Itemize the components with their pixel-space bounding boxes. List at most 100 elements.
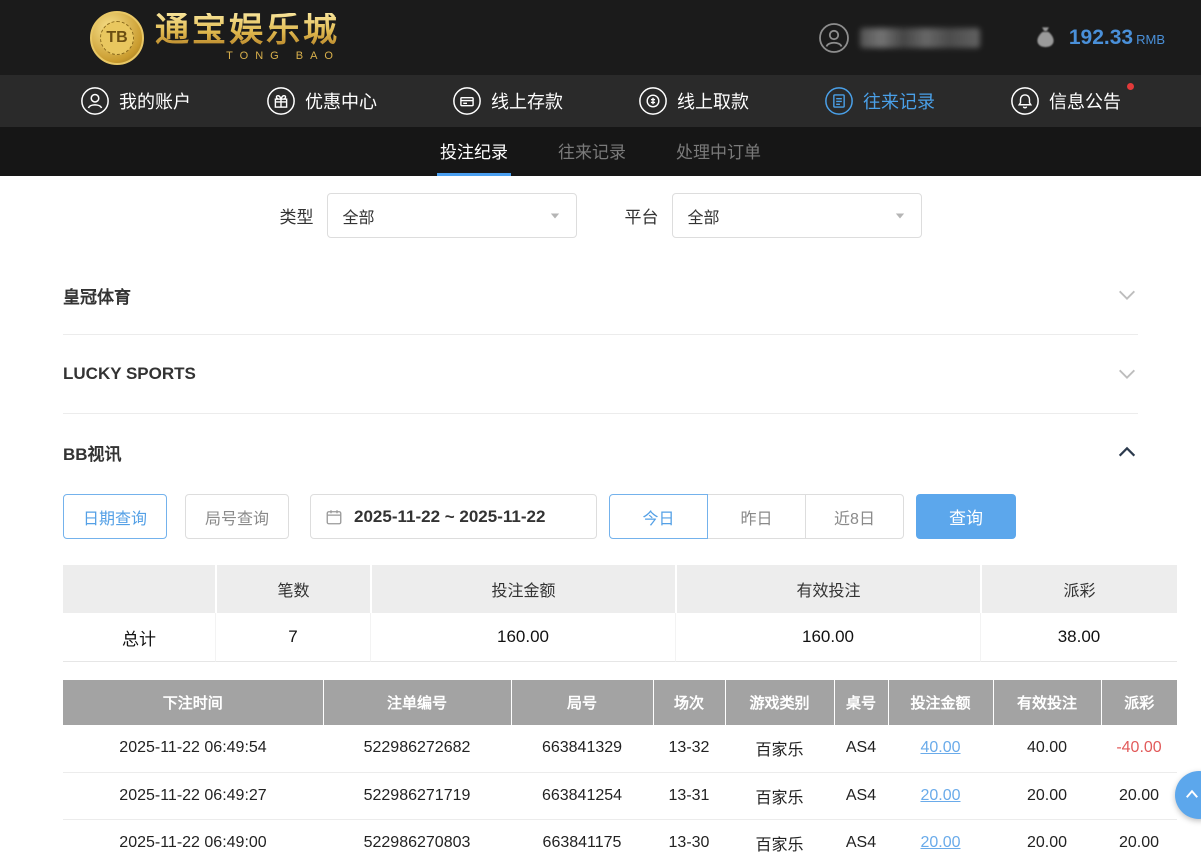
cell-table-no: AS4: [834, 772, 888, 819]
nav-item-my-account[interactable]: 我的账户: [80, 86, 191, 116]
button-label: 近8日: [834, 505, 875, 529]
summary-header-payout: 派彩: [980, 565, 1177, 613]
today-button[interactable]: 今日: [609, 494, 708, 539]
button-label: 今日: [642, 505, 674, 529]
yesterday-button[interactable]: 昨日: [707, 494, 806, 539]
deposit-icon: [452, 86, 482, 116]
header-payout: 派彩: [1101, 680, 1177, 725]
brand-name-en: TONG BAO: [155, 50, 340, 62]
button-label: 局号查询: [205, 505, 269, 529]
date-range-picker[interactable]: 2025-11-22 ~ 2025-11-22: [310, 494, 597, 539]
platform-filter-group: 平台 全部: [625, 193, 922, 238]
summary-bet-amount-value: 160.00: [370, 613, 675, 662]
top-header: TB 通宝娱乐城 TONG BAO 192.33RMB: [0, 0, 1201, 75]
cell-game-type: 百家乐: [725, 819, 834, 858]
sub-tab-bar: 投注纪录 往来记录 处理中订单: [0, 127, 1201, 176]
table-header-row: 下注时间 注单编号 局号 场次 游戏类别 桌号 投注金额 有效投注 派彩: [63, 680, 1177, 725]
bet-amount-link[interactable]: 20.00: [920, 787, 960, 804]
cell-session: 13-32: [653, 725, 725, 772]
nav-item-withdraw[interactable]: 线上取款: [638, 86, 749, 116]
nav-item-label: 线上取款: [677, 88, 749, 114]
chevron-up-icon: [1183, 786, 1201, 804]
tab-label: 往来记录: [558, 138, 626, 163]
avatar-icon[interactable]: [818, 22, 850, 54]
gift-icon: [266, 86, 296, 116]
nav-item-label: 信息公告: [1049, 88, 1121, 114]
nav-item-announcements[interactable]: 信息公告: [1010, 86, 1121, 116]
header-game-type: 游戏类别: [725, 680, 834, 725]
summary-header-count: 笔数: [215, 565, 370, 613]
cell-valid-bet: 40.00: [993, 725, 1101, 772]
chevron-down-icon: [1116, 363, 1138, 385]
cell-order-no: 522986271719: [323, 772, 511, 819]
records-icon: [824, 86, 854, 116]
coin-text: TB: [100, 21, 134, 55]
query-bar: 日期查询 局号查询 2025-11-22 ~ 2025-11-22 今日 昨日 …: [63, 494, 1138, 539]
platform-filter-dropdown[interactable]: 全部: [672, 193, 922, 238]
section-title: LUCKY SPORTS: [63, 364, 196, 384]
header-table-no: 桌号: [834, 680, 888, 725]
nav-item-promotions[interactable]: 优惠中心: [266, 86, 377, 116]
cell-game-type: 百家乐: [725, 772, 834, 819]
type-filter-dropdown[interactable]: 全部: [327, 193, 577, 238]
search-button[interactable]: 查询: [916, 494, 1016, 539]
nav-item-label: 往来记录: [863, 88, 935, 114]
tab-label: 投注纪录: [440, 138, 508, 163]
section-bb-video[interactable]: BB视讯: [63, 414, 1138, 490]
cell-payout: 20.00: [1101, 819, 1177, 858]
section-title: BB视讯: [63, 440, 122, 465]
summary-count-value: 7: [215, 613, 370, 662]
section-title: 皇冠体育: [63, 283, 131, 308]
brand-text: 通宝娱乐城 TONG BAO: [155, 13, 340, 62]
brand-logo[interactable]: TB 通宝娱乐城 TONG BAO: [90, 11, 340, 65]
button-label: 昨日: [740, 505, 772, 529]
nav-item-transaction-records[interactable]: 往来记录: [824, 86, 935, 116]
calendar-icon: [325, 508, 343, 526]
cell-payout: -40.00: [1101, 725, 1177, 772]
chevron-up-icon: [1116, 441, 1138, 463]
quick-date-group: 今日 昨日 近8日: [609, 494, 904, 539]
section-lucky-sports[interactable]: LUCKY SPORTS: [63, 335, 1138, 414]
cell-table-no: AS4: [834, 725, 888, 772]
last-8-days-button[interactable]: 近8日: [805, 494, 904, 539]
summary-table: 笔数 投注金额 有效投注 派彩 总计 7 160.00 160.00 38.00: [63, 565, 1177, 662]
summary-valid-bet-value: 160.00: [675, 613, 980, 662]
chevron-down-icon: [1116, 284, 1138, 306]
bet-amount-link[interactable]: 40.00: [920, 739, 960, 756]
brand-name-cn: 通宝娱乐城: [155, 13, 340, 47]
cell-session: 13-30: [653, 819, 725, 858]
date-query-button[interactable]: 日期查询: [63, 494, 167, 539]
nav-item-label: 我的账户: [119, 88, 191, 114]
filter-row: 类型 全部 平台 全部: [63, 193, 1138, 238]
type-filter-group: 类型 全部: [280, 193, 577, 238]
balance-amount: 192.33: [1069, 26, 1133, 49]
summary-total-label: 总计: [63, 613, 215, 662]
type-filter-label: 类型: [280, 203, 314, 228]
cell-round-no: 663841254: [511, 772, 653, 819]
records-table: 下注时间 注单编号 局号 场次 游戏类别 桌号 投注金额 有效投注 派彩 202…: [63, 680, 1177, 858]
cell-valid-bet: 20.00: [993, 772, 1101, 819]
content: 类型 全部 平台 全部 皇冠体育 LUCKY SPORTS BB视讯 日期查询 …: [0, 193, 1201, 858]
bet-amount-link[interactable]: 20.00: [920, 834, 960, 851]
chevron-down-icon: [549, 211, 561, 221]
button-label: 日期查询: [83, 505, 147, 529]
summary-payout-value: 38.00: [980, 613, 1177, 662]
cell-game-type: 百家乐: [725, 725, 834, 772]
brand-coin-icon: TB: [90, 11, 144, 65]
balance-currency: RMB: [1136, 32, 1165, 47]
cell-round-no: 663841329: [511, 725, 653, 772]
header-session: 场次: [653, 680, 725, 725]
cell-order-no: 522986270803: [323, 819, 511, 858]
money-bag-icon: [1032, 24, 1059, 51]
table-row: 2025-11-22 06:49:54 522986272682 6638413…: [63, 725, 1177, 772]
round-query-button[interactable]: 局号查询: [185, 494, 289, 539]
tab-betting-records[interactable]: 投注纪录: [437, 127, 511, 176]
header-round-no: 局号: [511, 680, 653, 725]
section-crown-sports[interactable]: 皇冠体育: [63, 256, 1138, 335]
balance: 192.33RMB: [1069, 26, 1165, 50]
tab-transaction-records[interactable]: 往来记录: [555, 127, 629, 176]
tab-label: 处理中订单: [676, 138, 761, 163]
tab-processing-orders[interactable]: 处理中订单: [673, 127, 764, 176]
nav-item-deposit[interactable]: 线上存款: [452, 86, 563, 116]
cell-bet-time: 2025-11-22 06:49:27: [63, 772, 323, 819]
